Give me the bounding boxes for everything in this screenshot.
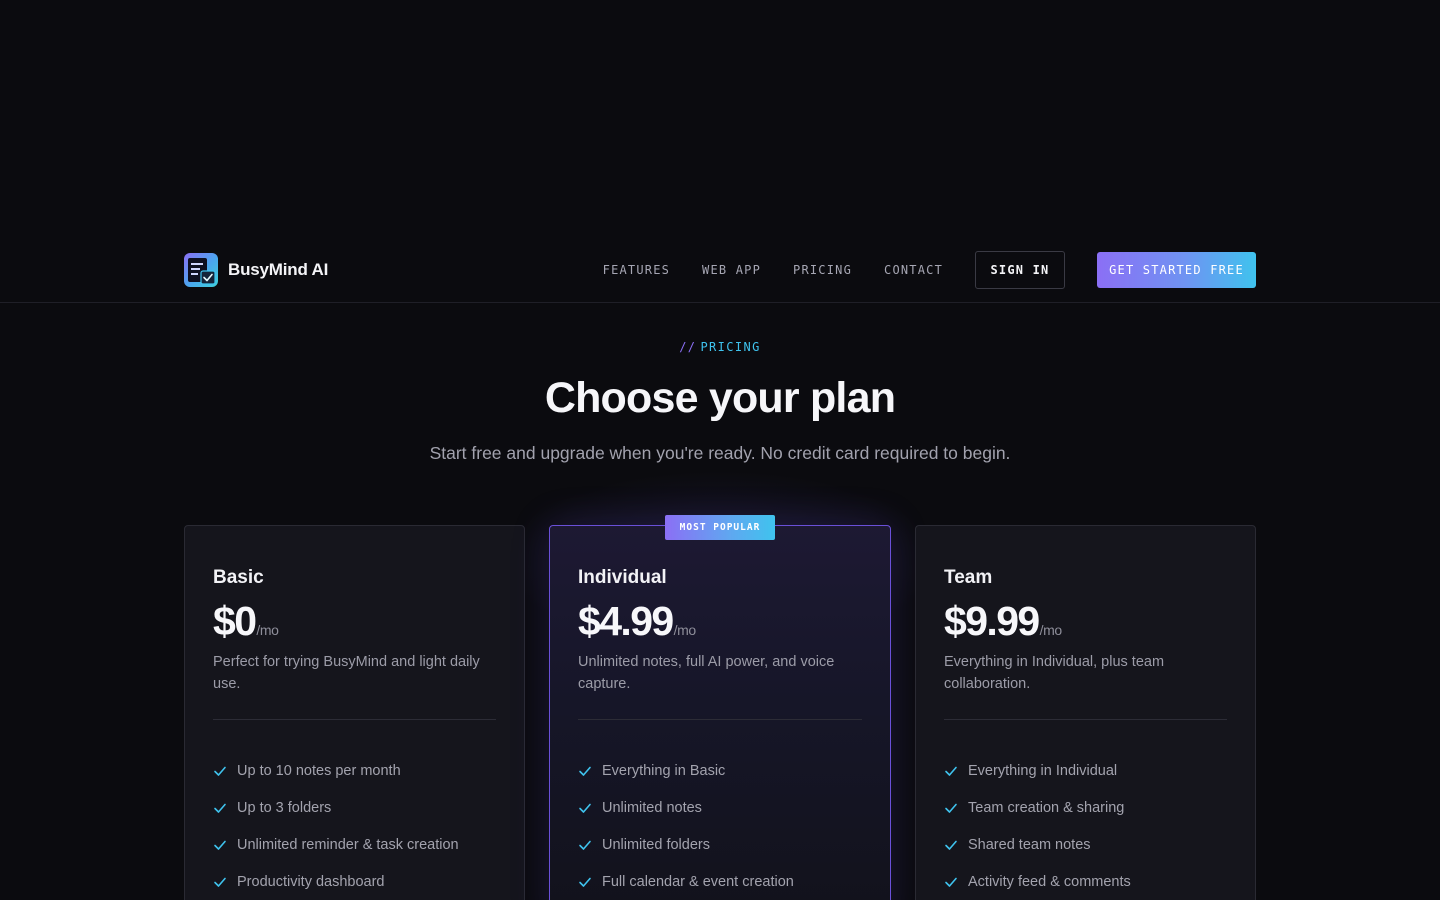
feature-text: Up to 3 folders (237, 799, 332, 816)
check-icon (579, 803, 591, 813)
check-icon (579, 840, 591, 850)
check-icon (214, 766, 226, 776)
feature-item: Unlimited notes (578, 789, 870, 826)
feature-item: Up to 3 folders (213, 789, 504, 826)
feature-text: Up to 10 notes per month (237, 762, 401, 779)
feature-item: Full calendar & event creation (578, 863, 870, 900)
feature-item: Up to 10 notes per month (213, 752, 504, 789)
plan-period: /mo (1039, 622, 1063, 638)
check-icon (579, 877, 591, 887)
feature-item: Unlimited folders (578, 826, 870, 863)
eyebrow-label: PRICING (700, 340, 761, 354)
feature-text: Unlimited notes (602, 799, 702, 816)
plan-description: Everything in Individual, plus team coll… (944, 654, 1165, 692)
most-popular-badge: MOST POPULAR (665, 515, 775, 540)
plan-card-individual: MOST POPULAR Individual $4.99 /mo Unlimi… (549, 515, 891, 900)
plan-description: Perfect for trying BusyMind and light da… (213, 654, 480, 692)
nav-link-contact[interactable]: CONTACT (884, 263, 943, 277)
plan-features: Everything in Basic Unlimited notes Unli… (578, 752, 870, 900)
feature-text: Shared team notes (968, 836, 1091, 853)
plan-period: /mo (256, 622, 279, 638)
plan-name: Basic (213, 567, 264, 588)
feature-text: Productivity dashboard (237, 873, 385, 890)
plan-period: /mo (673, 622, 697, 638)
eyebrow-prefix: // (679, 340, 697, 354)
plan-divider (578, 719, 862, 720)
feature-item: Shared team notes (944, 826, 1235, 863)
plan-price: $9.99 (944, 598, 1040, 644)
check-icon (945, 766, 957, 776)
plan-name: Individual (578, 567, 667, 588)
plan-price-row: $0 /mo (213, 598, 279, 645)
check-icon (945, 877, 957, 887)
feature-item: Everything in Basic (578, 752, 870, 789)
plan-price: $0 (213, 598, 257, 644)
plan-price: $4.99 (578, 598, 674, 644)
feature-item: Activity feed & comments (944, 863, 1235, 900)
notes-check-logo-icon (184, 253, 218, 287)
check-icon (945, 840, 957, 850)
nav-link-web-app[interactable]: WEB APP (702, 263, 761, 277)
feature-text: Activity feed & comments (968, 873, 1131, 890)
plan-price-row: $4.99 /mo (578, 598, 696, 645)
page-title: Choose your plan (544, 374, 896, 422)
feature-item: Everything in Individual (944, 752, 1235, 789)
brand-name: BusyMind AI (228, 260, 329, 279)
feature-item: Team creation & sharing (944, 789, 1235, 826)
feature-text: Team creation & sharing (968, 799, 1125, 816)
brand-home-link[interactable]: BusyMind AI (184, 253, 328, 287)
feature-text: Full calendar & event creation (602, 873, 794, 890)
nav-link-features[interactable]: FEATURES (603, 263, 670, 277)
top-blank-area (0, 0, 1440, 238)
check-icon (214, 803, 226, 813)
plan-features: Everything in Individual Team creation &… (944, 752, 1235, 900)
page-subtitle: Start free and upgrade when you're ready… (429, 443, 1011, 463)
plan-card-team: Team $9.99 /mo Everything in Individual,… (915, 525, 1256, 900)
plan-name: Team (944, 567, 993, 588)
check-icon (579, 766, 591, 776)
feature-text: Everything in Individual (968, 762, 1118, 779)
check-icon (214, 840, 226, 850)
plan-divider (944, 719, 1227, 720)
main-nav: FEATURES WEB APP PRICING CONTACT SIGN IN… (603, 251, 1256, 289)
get-started-button[interactable]: GET STARTED FREE (1097, 252, 1256, 288)
check-icon (945, 803, 957, 813)
feature-text: Unlimited folders (602, 836, 710, 853)
site-header: BusyMind AI FEATURES WEB APP PRICING CON… (0, 238, 1440, 303)
check-icon (214, 877, 226, 887)
nav-link-pricing[interactable]: PRICING (793, 263, 852, 277)
plan-divider (213, 719, 496, 720)
section-eyebrow: //PRICING (0, 340, 1440, 354)
feature-text: Everything in Basic (602, 762, 726, 779)
sign-in-button[interactable]: SIGN IN (975, 251, 1065, 289)
plan-features: Up to 10 notes per month Up to 3 folders… (213, 752, 504, 900)
feature-item: Unlimited reminder & task creation (213, 826, 504, 863)
plan-price-row: $9.99 /mo (944, 598, 1062, 645)
feature-text: Unlimited reminder & task creation (237, 836, 459, 853)
plan-card-basic: Basic $0 /mo Perfect for trying BusyMind… (184, 525, 525, 900)
plan-description: Unlimited notes, full AI power, and voic… (578, 654, 835, 692)
feature-item: Productivity dashboard (213, 863, 504, 900)
